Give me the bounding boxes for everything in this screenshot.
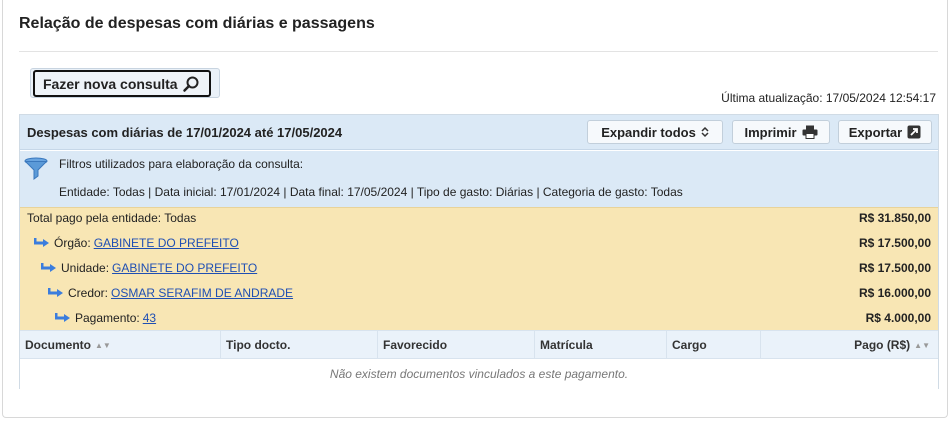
column-label: Favorecido (383, 338, 448, 352)
unidade-label: Unidade: (61, 261, 110, 275)
documents-table-body: Não existem documentos vinculados a este… (20, 359, 938, 389)
last-update-text: Última atualização: 17/05/2024 12:54:17 (721, 91, 936, 105)
tree-row-unidade: Unidade: GABINETE DO PREFEITO R$ 17.500,… (20, 258, 938, 278)
new-search-button[interactable]: Fazer nova consulta (33, 70, 211, 97)
export-label: Exportar (848, 124, 903, 140)
column-matricula: Matrícula (535, 331, 667, 359)
column-label: Cargo (672, 338, 707, 352)
tree-row-pagamento: Pagamento: 43 R$ 4.000,00 (20, 308, 938, 328)
sort-icon: ▲▼ (914, 340, 930, 350)
documents-table-header: Documento ▲▼ Tipo docto. Favorecido Matr… (20, 330, 938, 359)
print-button[interactable]: Imprimir (732, 120, 830, 144)
tree-row-credor: Credor: OSMAR SERAFIM DE ANDRADE R$ 16.0… (20, 283, 938, 303)
export-button[interactable]: Exportar (838, 120, 932, 144)
panel-title: Despesas com diárias de 17/01/2024 até 1… (27, 125, 343, 140)
pagamento-value: R$ 4.000,00 (865, 311, 931, 325)
new-search-button-frame: Fazer nova consulta (30, 68, 220, 98)
page-title: Relação de despesas com diárias e passag… (19, 15, 375, 32)
column-tipo-docto: Tipo docto. (221, 331, 378, 359)
pagamento-link[interactable]: 43 (143, 311, 156, 325)
funnel-icon (24, 157, 48, 180)
tree-arrow-icon (34, 238, 49, 247)
empty-message: Não existem documentos vinculados a este… (329, 367, 629, 381)
search-icon (182, 76, 199, 92)
credor-link[interactable]: OSMAR SERAFIM DE ANDRADE (111, 286, 293, 300)
sort-icon: ▲▼ (95, 340, 111, 350)
pagamento-label: Pagamento: (75, 311, 140, 325)
total-value: R$ 31.850,00 (858, 211, 931, 225)
column-label: Tipo docto. (226, 338, 291, 352)
orgao-link[interactable]: GABINETE DO PREFEITO (94, 236, 239, 250)
expand-all-label: Expandir todos (601, 124, 696, 140)
panel-header: Despesas com diárias de 17/01/2024 até 1… (20, 115, 938, 150)
chevron-updown-icon (701, 126, 709, 138)
tree-row-orgao: Órgão: GABINETE DO PREFEITO R$ 17.500,00 (20, 233, 938, 253)
title-divider (19, 51, 938, 52)
new-search-label: Fazer nova consulta (43, 75, 178, 92)
column-label: Pago (R$) (854, 338, 911, 352)
column-label: Matrícula (540, 338, 593, 352)
credor-value: R$ 16.000,00 (858, 286, 931, 300)
unidade-link[interactable]: GABINETE DO PREFEITO (112, 261, 257, 275)
payment-tree: Total pago pela entidade: Todas R$ 31.85… (20, 207, 938, 330)
unidade-value: R$ 17.500,00 (858, 261, 931, 275)
column-pago[interactable]: Pago (R$) ▲▼ (761, 331, 938, 359)
tree-arrow-icon (48, 288, 63, 297)
filters-section: Filtros utilizados para elaboração da co… (20, 151, 938, 207)
export-icon (907, 125, 921, 139)
column-favorecido: Favorecido (378, 331, 535, 359)
filters-summary: Entidade: Todas | Data inicial: 17/01/20… (59, 185, 683, 199)
print-label: Imprimir (744, 124, 797, 140)
tree-arrow-icon (41, 263, 56, 272)
orgao-label: Órgão: (54, 236, 91, 250)
printer-icon (802, 125, 817, 139)
credor-label: Credor: (68, 286, 109, 300)
tree-row-total: Total pago pela entidade: Todas R$ 31.85… (20, 208, 938, 228)
orgao-value: R$ 17.500,00 (858, 236, 931, 250)
total-label: Total pago pela entidade: Todas (27, 211, 197, 225)
expenses-panel: Despesas com diárias de 17/01/2024 até 1… (19, 114, 939, 389)
filters-heading: Filtros utilizados para elaboração da co… (59, 157, 304, 171)
column-documento[interactable]: Documento ▲▼ (20, 331, 221, 359)
tree-arrow-icon (55, 313, 70, 322)
column-label: Documento (25, 338, 91, 352)
column-cargo: Cargo (667, 331, 761, 359)
expand-all-button[interactable]: Expandir todos (587, 120, 723, 144)
